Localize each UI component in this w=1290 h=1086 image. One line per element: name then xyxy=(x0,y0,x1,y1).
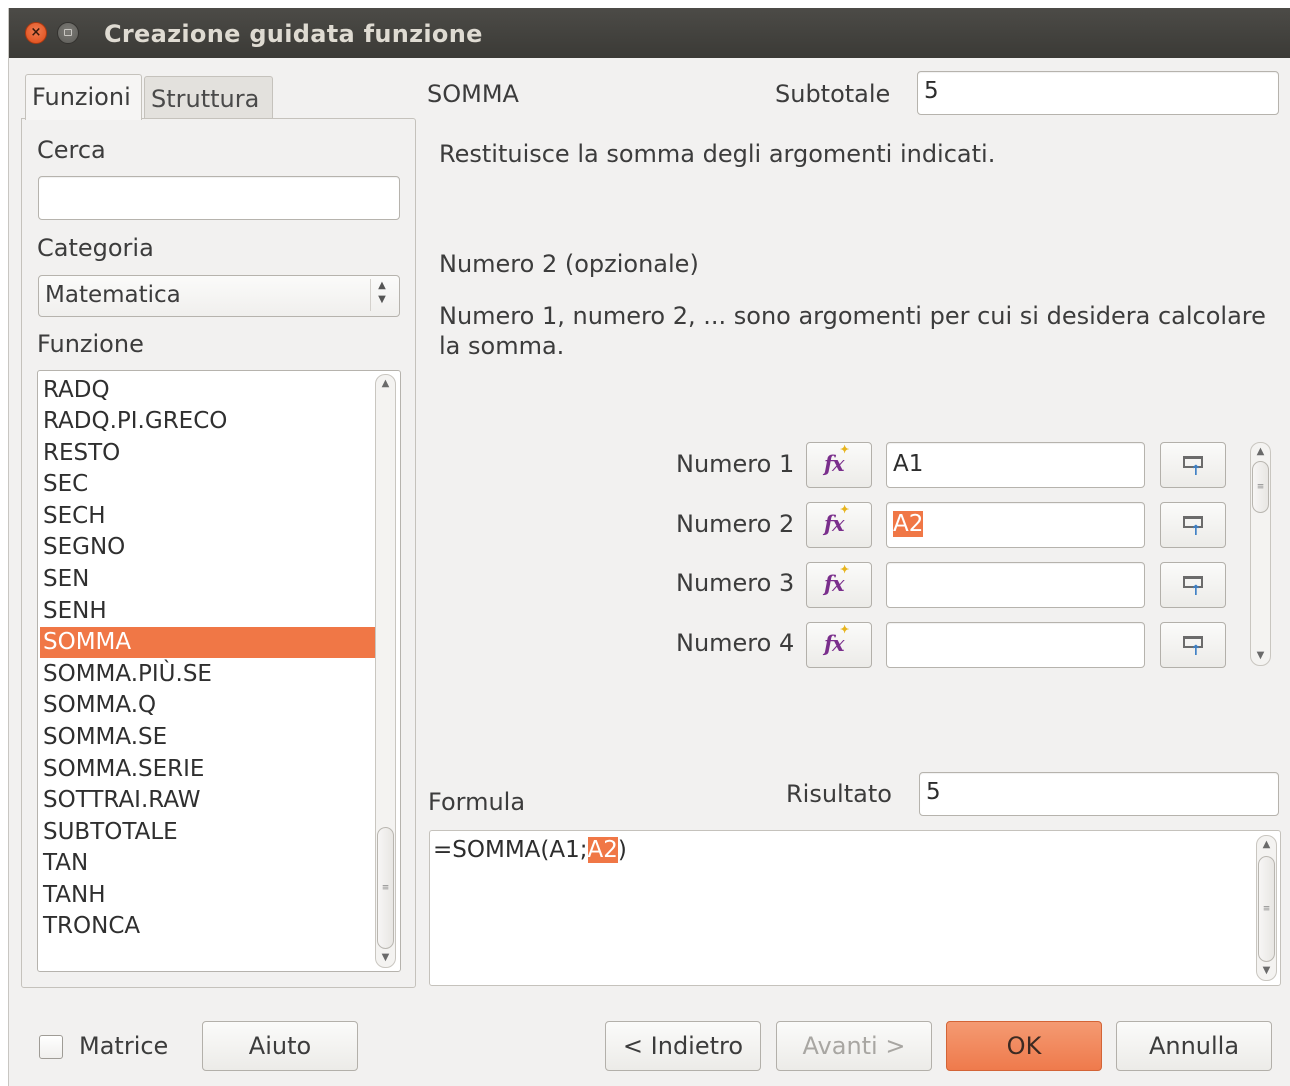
formula-selected-text: A2 xyxy=(587,837,618,863)
list-item[interactable]: RADQ xyxy=(40,375,376,406)
formula-editor[interactable]: =SOMMA(A1;A2) ▲ ≡ ▼ xyxy=(429,830,1281,986)
function-description: Restituisce la somma degli argomenti ind… xyxy=(439,140,996,168)
formula-scrollbar[interactable]: ▲ ≡ ▼ xyxy=(1256,835,1277,981)
list-item[interactable]: SEC xyxy=(40,469,376,500)
list-item-selected[interactable]: SOMMA xyxy=(40,627,376,658)
arguments-scrollbar[interactable]: ▲ ≡ ▼ xyxy=(1250,442,1271,666)
titlebar: × Creazione guidata funzione xyxy=(9,8,1290,58)
function-name: SOMMA xyxy=(427,80,519,108)
argument-description: Numero 1, numero 2, ... sono argomenti p… xyxy=(439,302,1266,360)
argument-selected-text: A2 xyxy=(893,511,924,537)
argument-input-4[interactable] xyxy=(886,622,1145,668)
formula-text-before: =SOMMA(A1; xyxy=(433,837,588,863)
argument-title: Numero 2 (opzionale) xyxy=(439,250,699,278)
scroll-thumb[interactable]: ≡ xyxy=(377,827,394,949)
function-wizard-icon[interactable]: fx xyxy=(806,442,872,488)
matrix-label: Matrice xyxy=(79,1032,169,1060)
subtotal-label: Subtotale xyxy=(775,80,891,108)
spin-arrows-icon: ▲ ▼ xyxy=(370,279,393,311)
argument-label-3: Numero 3 xyxy=(676,569,795,597)
shrink-icon[interactable]: ↑ xyxy=(1160,442,1226,488)
list-item[interactable]: SOMMA.SE xyxy=(40,722,376,753)
list-item[interactable]: SOMMA.SERIE xyxy=(40,754,376,785)
formula-label: Formula xyxy=(428,788,526,816)
search-input[interactable] xyxy=(38,176,400,220)
search-label: Cerca xyxy=(37,136,106,164)
scroll-down-icon[interactable]: ▼ xyxy=(1257,964,1276,978)
shrink-icon[interactable]: ↑ xyxy=(1160,562,1226,608)
tab-struttura[interactable]: Struttura xyxy=(144,76,273,120)
function-list-label: Funzione xyxy=(37,330,144,358)
list-item[interactable]: SECH xyxy=(40,501,376,532)
category-value: Matematica xyxy=(45,282,181,308)
list-item[interactable]: SOTTRAI.RAW xyxy=(40,785,376,816)
list-item[interactable]: SENH xyxy=(40,596,376,627)
argument-input-2[interactable]: A2 xyxy=(886,502,1145,548)
back-button[interactable]: < Indietro xyxy=(605,1021,761,1071)
scroll-down-icon[interactable]: ▼ xyxy=(1251,649,1270,663)
scroll-thumb[interactable]: ≡ xyxy=(1258,856,1275,962)
argument-input-3[interactable] xyxy=(886,562,1145,608)
matrix-checkbox[interactable] xyxy=(39,1035,63,1059)
list-item[interactable]: RADQ.PI.GRECO xyxy=(40,406,376,437)
category-select[interactable]: Matematica ▲ ▼ xyxy=(38,275,400,317)
function-wizard-dialog: × Creazione guidata funzione Funzioni St… xyxy=(8,8,1290,1086)
function-list-scrollbar[interactable]: ▲ ≡ ▼ xyxy=(375,374,396,968)
subtotal-field[interactable]: 5 xyxy=(917,71,1279,115)
list-item[interactable]: SOMMA.PIÙ.SE xyxy=(40,659,376,690)
next-button[interactable]: Avanti > xyxy=(776,1021,932,1071)
formula-text-after: ) xyxy=(617,837,627,863)
list-item[interactable]: SEGNO xyxy=(40,532,376,563)
formula-text: =SOMMA(A1;A2) xyxy=(433,837,627,863)
scroll-up-icon[interactable]: ▲ xyxy=(376,377,395,391)
argument-label-4: Numero 4 xyxy=(676,629,795,657)
result-field[interactable]: 5 xyxy=(919,772,1279,816)
list-item[interactable]: TAN xyxy=(40,848,376,879)
cancel-button[interactable]: Annulla xyxy=(1116,1021,1272,1071)
list-item[interactable]: TANH xyxy=(40,880,376,911)
scroll-down-icon[interactable]: ▼ xyxy=(376,951,395,965)
category-label: Categoria xyxy=(37,234,154,262)
shrink-icon[interactable]: ↑ xyxy=(1160,622,1226,668)
list-item[interactable]: SUBTOTALE xyxy=(40,817,376,848)
function-listbox[interactable]: RADQ RADQ.PI.GRECO RESTO SEC SECH SEGNO … xyxy=(37,370,401,972)
list-item[interactable]: SOMMA.Q xyxy=(40,690,376,721)
list-item[interactable]: RESTO xyxy=(40,438,376,469)
function-wizard-icon[interactable]: fx xyxy=(806,622,872,668)
list-item[interactable]: TRONCA xyxy=(40,911,376,942)
ok-button[interactable]: OK xyxy=(946,1021,1102,1071)
function-wizard-icon[interactable]: fx xyxy=(806,562,872,608)
scroll-up-icon[interactable]: ▲ xyxy=(1257,838,1276,852)
argument-label-1: Numero 1 xyxy=(676,450,795,478)
argument-label-2: Numero 2 xyxy=(676,510,795,538)
function-wizard-icon[interactable]: fx xyxy=(806,502,872,548)
help-button[interactable]: Aiuto xyxy=(202,1021,358,1071)
minimize-icon[interactable] xyxy=(57,22,79,44)
result-label: Risultato xyxy=(786,780,892,808)
close-icon[interactable]: × xyxy=(25,22,47,44)
scroll-up-icon[interactable]: ▲ xyxy=(1251,445,1270,459)
tab-funzioni[interactable]: Funzioni xyxy=(25,74,142,120)
argument-input-1[interactable]: A1 xyxy=(886,442,1145,488)
scroll-thumb[interactable]: ≡ xyxy=(1252,461,1269,513)
shrink-icon[interactable]: ↑ xyxy=(1160,502,1226,548)
window-title: Creazione guidata funzione xyxy=(104,20,483,48)
list-item[interactable]: SEN xyxy=(40,564,376,595)
